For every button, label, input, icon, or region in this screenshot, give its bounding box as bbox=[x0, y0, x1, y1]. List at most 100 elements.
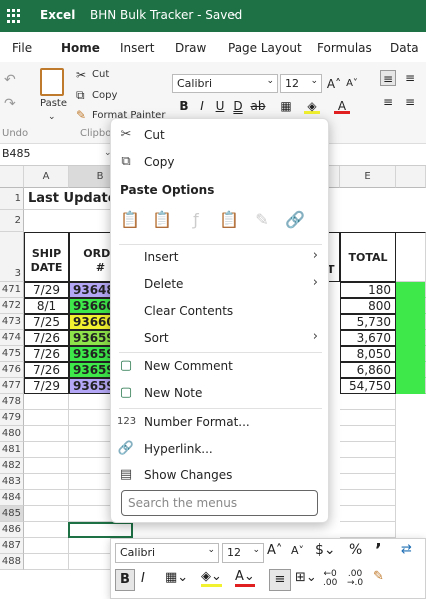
empty-cell[interactable] bbox=[340, 426, 396, 442]
row-header[interactable]: 476 bbox=[0, 362, 24, 378]
status-cell[interactable] bbox=[396, 282, 426, 298]
row-header[interactable]: 2 bbox=[0, 210, 24, 232]
fill-color-icon[interactable]: ◈ bbox=[304, 98, 320, 114]
row-header[interactable]: 480 bbox=[0, 426, 24, 442]
total-cell[interactable]: 8,050 bbox=[340, 346, 396, 362]
mini-font-name-box[interactable]: Calibri ⌄ bbox=[115, 543, 219, 563]
menu-item-insert[interactable]: Insert › bbox=[111, 244, 330, 270]
font-color-icon[interactable]: A⌄ bbox=[235, 569, 255, 587]
menu-item-new-comment[interactable]: ▢ New Comment bbox=[111, 353, 330, 379]
tab-page-layout[interactable]: Page Layout bbox=[228, 41, 302, 55]
italic-icon[interactable]: I bbox=[141, 571, 145, 586]
merge-cells-icon[interactable]: ⊞⌄ bbox=[295, 570, 317, 585]
header-extra[interactable] bbox=[396, 232, 426, 282]
font-color-icon[interactable]: A bbox=[334, 98, 350, 114]
undo-icon[interactable]: ↶ bbox=[4, 72, 16, 88]
increase-font-icon[interactable]: A˄ bbox=[326, 76, 342, 92]
row-header[interactable]: 486 bbox=[0, 522, 24, 538]
chevron-down-icon[interactable]: ⌄ bbox=[48, 112, 56, 122]
app-name[interactable]: Excel bbox=[40, 8, 75, 22]
row-header[interactable]: 481 bbox=[0, 442, 24, 458]
empty-cell[interactable] bbox=[340, 474, 396, 490]
paste-icon[interactable] bbox=[40, 68, 64, 96]
row-header[interactable]: 3 bbox=[0, 232, 24, 282]
menu-item-cut[interactable]: ✂ Cut bbox=[111, 122, 330, 148]
copy-label[interactable]: Copy bbox=[92, 90, 117, 101]
menu-item-clear-contents[interactable]: Clear Contents bbox=[111, 298, 330, 324]
paste-link-icon[interactable]: 🔗 bbox=[284, 208, 306, 232]
borders-icon[interactable]: ▦ bbox=[278, 98, 294, 114]
empty-cell[interactable] bbox=[24, 394, 69, 410]
empty-cell[interactable] bbox=[340, 394, 396, 410]
wrap-text-icon[interactable]: ⇄ bbox=[401, 542, 412, 557]
increase-font-icon[interactable]: A˄ bbox=[267, 543, 282, 558]
total-cell[interactable]: 5,730 bbox=[340, 314, 396, 330]
currency-icon[interactable]: $⌄ bbox=[315, 542, 336, 558]
row-header[interactable]: 472 bbox=[0, 298, 24, 314]
row-header[interactable]: 478 bbox=[0, 394, 24, 410]
underline-icon[interactable]: U bbox=[212, 98, 228, 114]
paste-icon[interactable]: 📋 bbox=[119, 208, 141, 232]
ship-date-cell[interactable]: 7/26 bbox=[24, 362, 69, 378]
borders-icon[interactable]: ▦⌄ bbox=[165, 570, 188, 585]
strikethrough-icon[interactable]: ab bbox=[250, 98, 266, 114]
tab-data[interactable]: Data bbox=[390, 41, 419, 55]
bold-icon[interactable]: B bbox=[115, 569, 135, 591]
row-header[interactable]: 488 bbox=[0, 554, 24, 570]
tab-file[interactable]: File bbox=[12, 41, 32, 55]
total-cell[interactable]: 3,670 bbox=[340, 330, 396, 346]
tab-draw[interactable]: Draw bbox=[175, 41, 206, 55]
menu-item-sort[interactable]: Sort › bbox=[111, 325, 330, 351]
decrease-font-icon[interactable]: A˅ bbox=[344, 76, 360, 92]
empty-cell[interactable] bbox=[340, 442, 396, 458]
row-header[interactable]: 1 bbox=[0, 188, 24, 210]
menu-item-hyperlink[interactable]: 🔗 Hyperlink... bbox=[111, 436, 330, 462]
row-header[interactable]: 484 bbox=[0, 490, 24, 506]
status-cell[interactable] bbox=[396, 298, 426, 314]
total-cell[interactable]: 54,750 bbox=[340, 378, 396, 394]
menu-item-new-note[interactable]: ▢ New Note bbox=[111, 380, 330, 406]
row-header[interactable]: 477 bbox=[0, 378, 24, 394]
align-top-icon[interactable]: ≡ bbox=[380, 94, 396, 110]
paste-values-icon[interactable]: 📋 bbox=[151, 208, 173, 232]
empty-cell[interactable] bbox=[340, 490, 396, 506]
name-box[interactable]: B485 bbox=[0, 147, 100, 163]
row-header[interactable]: 482 bbox=[0, 458, 24, 474]
copy-icon[interactable]: ⧉ bbox=[76, 88, 85, 103]
empty-cell[interactable] bbox=[24, 426, 69, 442]
format-painter-icon[interactable]: ✎ bbox=[373, 569, 384, 584]
menu-item-show-changes[interactable]: ▤ Show Changes bbox=[111, 462, 330, 488]
header-ship-date[interactable]: SHIP DATE bbox=[24, 232, 69, 282]
header-total[interactable]: TOTAL bbox=[340, 232, 396, 282]
mini-font-size-box[interactable]: 12 ⌄ bbox=[222, 543, 264, 563]
cut-label[interactable]: Cut bbox=[92, 69, 109, 80]
paste-formatting-icon[interactable]: ✎ bbox=[251, 208, 273, 232]
selected-cell[interactable] bbox=[68, 522, 133, 538]
menu-search-input[interactable]: Search the menus bbox=[121, 490, 318, 516]
font-name-box[interactable]: Calibri ⌄ bbox=[172, 74, 278, 93]
paste-transpose-icon[interactable]: 📋 bbox=[218, 208, 240, 232]
ship-date-cell[interactable]: 8/1 bbox=[24, 298, 69, 314]
empty-cell[interactable] bbox=[24, 522, 69, 538]
bold-icon[interactable]: B bbox=[176, 98, 192, 114]
decrease-font-icon[interactable]: A˅ bbox=[291, 544, 304, 557]
decrease-decimal-icon[interactable]: .00 →.0 bbox=[347, 570, 363, 588]
select-all-corner[interactable] bbox=[0, 166, 24, 188]
italic-icon[interactable]: I bbox=[194, 98, 210, 114]
column-header-f[interactable] bbox=[396, 166, 426, 188]
align-left-icon[interactable]: ≡ bbox=[380, 70, 396, 86]
row-header[interactable]: 471 bbox=[0, 282, 24, 298]
status-cell[interactable] bbox=[396, 314, 426, 330]
row-header[interactable]: 473 bbox=[0, 314, 24, 330]
chevron-down-icon[interactable]: ⌄ bbox=[230, 9, 238, 19]
empty-cell[interactable] bbox=[340, 410, 396, 426]
empty-cell[interactable] bbox=[24, 506, 69, 522]
empty-cell[interactable] bbox=[24, 410, 69, 426]
status-cell[interactable] bbox=[396, 362, 426, 378]
percent-icon[interactable]: % bbox=[349, 542, 362, 558]
tab-insert[interactable]: Insert bbox=[120, 41, 154, 55]
empty-cell[interactable] bbox=[24, 554, 69, 570]
row-header[interactable]: 485 bbox=[0, 506, 24, 522]
empty-cell[interactable] bbox=[340, 522, 396, 538]
column-header-a[interactable]: A bbox=[24, 166, 69, 188]
